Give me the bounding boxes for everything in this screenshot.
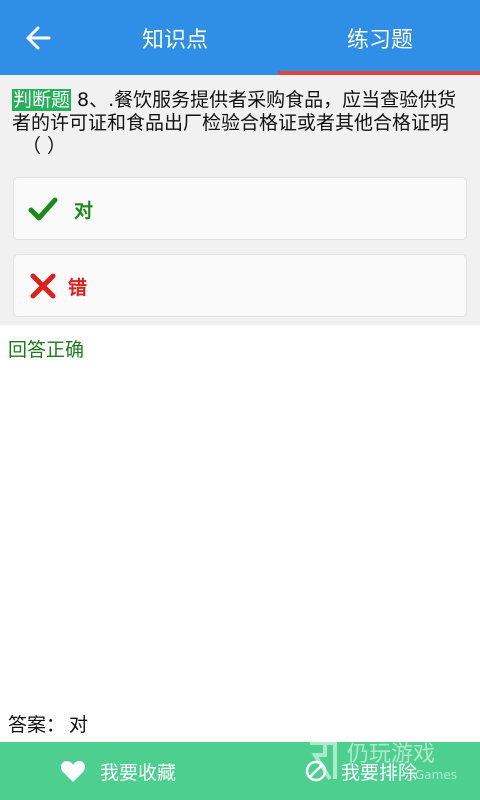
tab-label: 知识点 xyxy=(141,27,208,53)
check-icon xyxy=(28,197,58,221)
question-text: 判断题 8、.餐饮服务提供者采购食品，应当查验供货者的许可证和食品出厂检验合格证… xyxy=(12,89,468,158)
watermark-logo: 仍玩游戏 Games xyxy=(310,741,457,782)
cross-icon xyxy=(30,273,56,299)
tab-practice-questions[interactable]: 练习题 xyxy=(280,0,480,75)
answer-blank: （ ） xyxy=(22,135,67,157)
watermark-text-en: Games xyxy=(415,768,457,782)
option-true-label: 对 xyxy=(74,200,94,222)
correct-answer: 答案：对 xyxy=(8,710,88,737)
back-button[interactable] xyxy=(18,18,58,58)
tab-label: 练习题 xyxy=(346,27,413,53)
option-false-label: 错 xyxy=(68,277,88,299)
collect-button[interactable]: 我要收藏 xyxy=(60,742,176,800)
answer-result: 回答正确 xyxy=(8,339,85,361)
heart-icon xyxy=(60,761,86,782)
arrow-left-icon xyxy=(26,26,51,50)
answer-value: 对 xyxy=(69,714,89,736)
answer-label: 答案 xyxy=(8,714,47,736)
option-true[interactable]: 对 xyxy=(13,177,467,240)
tab-knowledge-points[interactable]: 知识点 xyxy=(100,0,250,75)
top-bar: 知识点 练习题 xyxy=(0,0,480,75)
question-type-badge: 判断题 xyxy=(12,89,72,111)
option-false[interactable]: 错 xyxy=(13,254,467,317)
answer-colon: ： xyxy=(46,714,66,736)
collect-label: 我要收藏 xyxy=(100,761,177,784)
question-body: 8、.餐饮服务提供者采购食品，应当查验供货者的许可证和食品出厂检验合格证或者其他… xyxy=(12,89,457,134)
watermark-text-cn: 仍玩游戏 xyxy=(347,742,435,767)
